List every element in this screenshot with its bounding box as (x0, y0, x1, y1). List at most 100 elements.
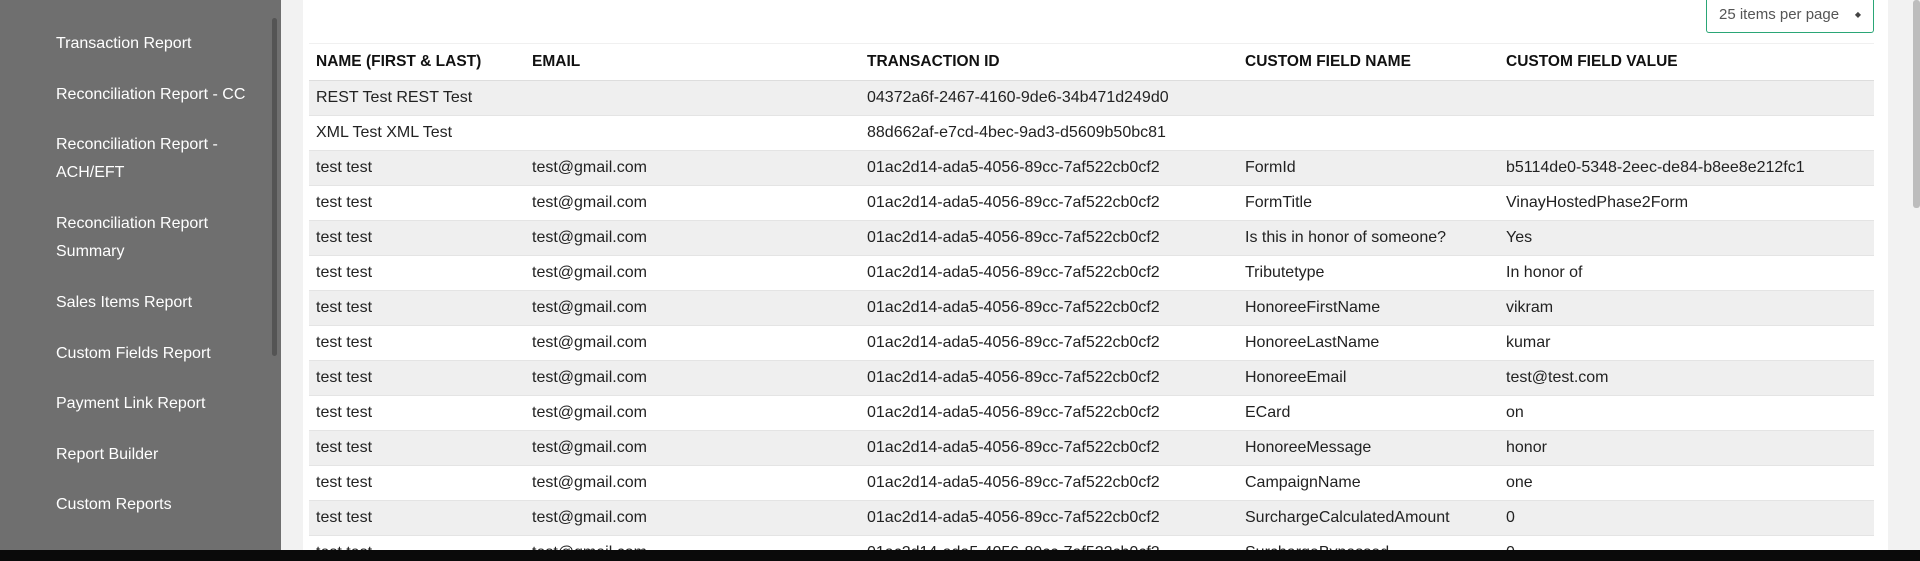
cell-custom-field-name: FormId (1238, 150, 1499, 186)
cell-name: test test (309, 395, 525, 431)
cell-transaction-id: 01ac2d14-ada5-4056-89cc-7af522cb0cf2 (860, 325, 1238, 361)
cell-custom-field-name: HonoreeLastName (1238, 325, 1499, 361)
cell-name: test test (309, 150, 525, 186)
cell-custom-field-value: test@test.com (1499, 360, 1874, 396)
cell-transaction-id: 04372a6f-2467-4160-9de6-34b471d249d0 (860, 80, 1238, 116)
table-row: test testtest@gmail.com01ac2d14-ada5-405… (309, 185, 1874, 221)
sort-caret-icon: ◆ (1854, 10, 1861, 19)
cell-name: test test (309, 185, 525, 221)
sidebar-scrollbar[interactable] (272, 18, 277, 356)
cell-transaction-id: 88d662af-e7cd-4bec-9ad3-d5609b50bc81 (860, 115, 1238, 151)
cell-custom-field-value: honor (1499, 430, 1874, 466)
cell-custom-field-name: SurchargeCalculatedAmount (1238, 500, 1499, 536)
cell-email: test@gmail.com (525, 220, 860, 256)
cell-email: test@gmail.com (525, 290, 860, 326)
cell-custom-field-value (1499, 115, 1874, 151)
cell-custom-field-value: vikram (1499, 290, 1874, 326)
table-row: XML Test XML Test 88d662af-e7cd-4bec-9ad3… (309, 115, 1874, 151)
cell-email: test@gmail.com (525, 500, 860, 536)
sidebar-item-reconciliation-report-cc[interactable]: Reconciliation Report - CC (56, 81, 261, 109)
table-row: REST Test REST Test 04372a6f-2467-4160-9d… (309, 80, 1874, 116)
cell-transaction-id: 01ac2d14-ada5-4056-89cc-7af522cb0cf2 (860, 150, 1238, 186)
main-content: 25 items per page ◆ NAME (FIRST & LAST) … (281, 0, 1920, 550)
cell-email: test@gmail.com (525, 185, 860, 221)
cell-name: test test (309, 290, 525, 326)
cell-custom-field-value: VinayHostedPhase2Form (1499, 185, 1874, 221)
column-header-custom-field-value[interactable]: CUSTOM FIELD VALUE (1499, 43, 1874, 81)
cell-custom-field-name: FormTitle (1238, 185, 1499, 221)
cell-email (525, 115, 860, 151)
sidebar-item-transaction-report[interactable]: Transaction Report (56, 30, 261, 58)
cell-email: test@gmail.com (525, 395, 860, 431)
table-row: test testtest@gmail.com01ac2d14-ada5-405… (309, 220, 1874, 256)
cell-name: test test (309, 255, 525, 291)
column-header-name[interactable]: NAME (FIRST & LAST) (309, 43, 525, 81)
cell-email: test@gmail.com (525, 465, 860, 501)
table-row: test testtest@gmail.com01ac2d14-ada5-405… (309, 325, 1874, 361)
page-size-label: 25 items per page (1719, 6, 1840, 23)
column-header-email[interactable]: EMAIL (525, 43, 860, 81)
sidebar-item-payment-link-report[interactable]: Payment Link Report (56, 390, 261, 418)
cell-transaction-id: 01ac2d14-ada5-4056-89cc-7af522cb0cf2 (860, 290, 1238, 326)
page-size-select[interactable]: 25 items per page ◆ (1706, 0, 1874, 33)
cell-transaction-id: 01ac2d14-ada5-4056-89cc-7af522cb0cf2 (860, 255, 1238, 291)
table-row: test testtest@gmail.com01ac2d14-ada5-405… (309, 500, 1874, 536)
cell-name: test test (309, 325, 525, 361)
sidebar-item-custom-reports[interactable]: Custom Reports (56, 491, 261, 519)
bottom-edge (0, 550, 1920, 561)
column-header-custom-field-name[interactable]: CUSTOM FIELD NAME (1238, 43, 1499, 81)
column-header-transaction-id[interactable]: TRANSACTION ID (860, 43, 1238, 81)
cell-email: test@gmail.com (525, 360, 860, 396)
sidebar-item-reconciliation-report-ach-eft[interactable]: Reconciliation Report - ACH/EFT (56, 131, 261, 187)
cell-name: REST Test REST Test (309, 80, 525, 116)
sidebar-item-sales-items-report[interactable]: Sales Items Report (56, 289, 261, 317)
table-row: test testtest@gmail.com01ac2d14-ada5-405… (309, 465, 1874, 501)
cell-custom-field-value: Yes (1499, 220, 1874, 256)
table-header-row: NAME (FIRST & LAST) EMAIL TRANSACTION ID… (309, 43, 1874, 81)
cell-custom-field-name: SurchargeBypassed (1238, 535, 1499, 550)
cell-email (525, 80, 860, 116)
cell-email: test@gmail.com (525, 150, 860, 186)
sidebar-item-custom-fields-report[interactable]: Custom Fields Report (56, 340, 261, 368)
page-scrollbar[interactable] (1913, 0, 1920, 208)
cell-custom-field-value: on (1499, 395, 1874, 431)
table-row: test testtest@gmail.com01ac2d14-ada5-405… (309, 430, 1874, 466)
cell-email: test@gmail.com (525, 325, 860, 361)
cell-name: test test (309, 430, 525, 466)
cell-transaction-id: 01ac2d14-ada5-4056-89cc-7af522cb0cf2 (860, 360, 1238, 396)
sidebar: Transaction Report Reconciliation Report… (0, 0, 281, 550)
cell-custom-field-value (1499, 80, 1874, 116)
cell-email: test@gmail.com (525, 535, 860, 550)
sidebar-item-report-builder[interactable]: Report Builder (56, 441, 261, 469)
cell-custom-field-name (1238, 115, 1499, 151)
table-row: test testtest@gmail.com01ac2d14-ada5-405… (309, 395, 1874, 431)
cell-email: test@gmail.com (525, 430, 860, 466)
cell-transaction-id: 01ac2d14-ada5-4056-89cc-7af522cb0cf2 (860, 220, 1238, 256)
table-body: REST Test REST Test 04372a6f-2467-4160-9d… (309, 80, 1874, 550)
cell-transaction-id: 01ac2d14-ada5-4056-89cc-7af522cb0cf2 (860, 465, 1238, 501)
cell-name: XML Test XML Test (309, 115, 525, 151)
cell-name: test test (309, 360, 525, 396)
cell-custom-field-name: HonoreeMessage (1238, 430, 1499, 466)
cell-custom-field-value: kumar (1499, 325, 1874, 361)
cell-custom-field-name (1238, 80, 1499, 116)
table-row: test testtest@gmail.com01ac2d14-ada5-405… (309, 360, 1874, 396)
table-row: test testtest@gmail.com01ac2d14-ada5-405… (309, 255, 1874, 291)
custom-fields-table: NAME (FIRST & LAST) EMAIL TRANSACTION ID… (309, 43, 1874, 550)
cell-custom-field-value: In honor of (1499, 255, 1874, 291)
cell-custom-field-value: 0 (1499, 500, 1874, 536)
cell-name: test test (309, 535, 525, 550)
table-row: test testtest@gmail.com01ac2d14-ada5-405… (309, 290, 1874, 326)
cell-custom-field-name: ECard (1238, 395, 1499, 431)
cell-transaction-id: 01ac2d14-ada5-4056-89cc-7af522cb0cf2 (860, 185, 1238, 221)
cell-name: test test (309, 220, 525, 256)
cell-custom-field-value: b5114de0-5348-2eec-de84-b8ee8e212fc1 (1499, 150, 1874, 186)
app-viewport: Transaction Report Reconciliation Report… (0, 0, 1920, 550)
sidebar-item-reconciliation-report-summary[interactable]: Reconciliation Report Summary (56, 210, 261, 266)
cell-custom-field-name: Tributetype (1238, 255, 1499, 291)
cell-name: test test (309, 500, 525, 536)
cell-custom-field-name: CampaignName (1238, 465, 1499, 501)
cell-custom-field-value: one (1499, 465, 1874, 501)
report-card: 25 items per page ◆ NAME (FIRST & LAST) … (303, 0, 1888, 550)
cell-name: test test (309, 465, 525, 501)
